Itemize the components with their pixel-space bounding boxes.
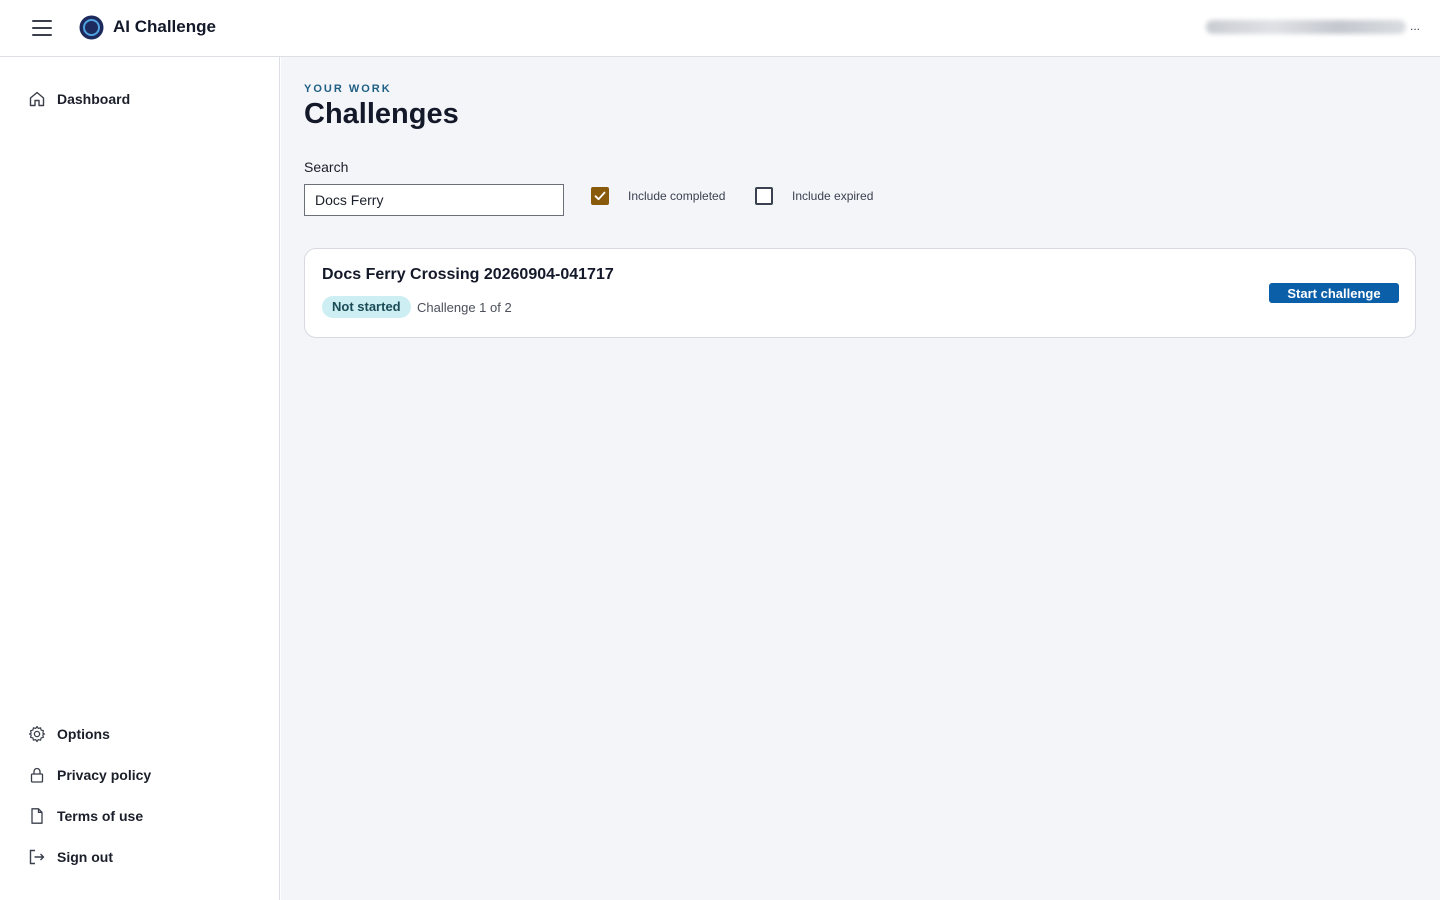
include-expired-label[interactable]: Include expired bbox=[792, 189, 873, 203]
search-label: Search bbox=[304, 159, 349, 175]
challenge-progress: Challenge 1 of 2 bbox=[417, 300, 512, 315]
sidebar-item-privacy-policy[interactable]: Privacy policy bbox=[28, 766, 151, 784]
include-completed-checkbox[interactable] bbox=[591, 187, 609, 205]
top-bar: AI Challenge ... bbox=[0, 0, 1440, 57]
challenge-card: Docs Ferry Crossing 20260904-041717 Not … bbox=[304, 248, 1416, 338]
sidebar-item-sign-out[interactable]: Sign out bbox=[28, 848, 113, 866]
sidebar-item-label: Options bbox=[57, 726, 110, 742]
include-completed-label[interactable]: Include completed bbox=[628, 189, 725, 203]
search-input[interactable] bbox=[304, 184, 564, 216]
start-challenge-button[interactable]: Start challenge bbox=[1269, 283, 1399, 303]
app-logo bbox=[79, 15, 104, 40]
sidebar-item-label: Dashboard bbox=[57, 91, 131, 107]
sidebar-item-terms-of-use[interactable]: Terms of use bbox=[28, 807, 143, 825]
checkmark-icon bbox=[594, 191, 606, 201]
page-eyebrow: YOUR WORK bbox=[304, 83, 392, 95]
home-icon bbox=[28, 90, 46, 108]
page-title: Challenges bbox=[304, 98, 459, 130]
gear-icon bbox=[28, 725, 46, 743]
lock-icon bbox=[28, 766, 46, 784]
sidebar-item-options[interactable]: Options bbox=[28, 725, 110, 743]
challenge-title: Docs Ferry Crossing 20260904-041717 bbox=[322, 266, 614, 283]
main-content: YOUR WORK Challenges Search Include comp… bbox=[281, 57, 1440, 900]
sidebar-item-label: Terms of use bbox=[57, 808, 144, 824]
app-title: AI Challenge bbox=[113, 17, 216, 36]
sidebar-item-dashboard[interactable]: Dashboard bbox=[28, 90, 130, 108]
include-expired-checkbox[interactable] bbox=[755, 187, 773, 205]
sign-out-icon bbox=[28, 848, 46, 866]
user-menu-ellipsis[interactable]: ... bbox=[1410, 19, 1420, 33]
sidebar-item-label: Privacy policy bbox=[57, 767, 152, 783]
sidebar: Dashboard Options Privacy policy Terms o… bbox=[0, 57, 280, 900]
document-icon bbox=[28, 807, 46, 825]
user-name-redacted[interactable] bbox=[1206, 20, 1406, 34]
menu-icon[interactable] bbox=[30, 17, 54, 39]
status-badge: Not started bbox=[322, 296, 411, 318]
sidebar-item-label: Sign out bbox=[57, 849, 113, 865]
